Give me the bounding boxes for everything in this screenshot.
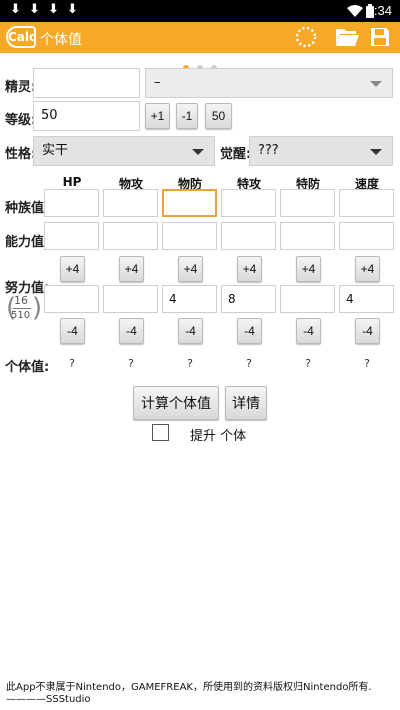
dropdown-arrow-icon — [370, 149, 382, 155]
details-button[interactable]: 详情 — [225, 386, 267, 420]
base-stat-speed-input[interactable] — [339, 189, 394, 217]
boost-iv-label: 提升 个体 — [190, 429, 247, 444]
ev-hp-input[interactable] — [44, 285, 99, 313]
wifi-icon — [347, 5, 363, 17]
base-stat-spatk-input[interactable] — [221, 189, 276, 217]
download-icon: ⬇ — [48, 2, 59, 17]
iv-label: 个体值: — [5, 360, 50, 375]
dropdown-arrow-icon — [192, 149, 204, 155]
stat-spatk-input[interactable] — [221, 222, 276, 250]
level-minus-one-button[interactable]: -1 — [176, 103, 198, 129]
nature-label: 性格: — [5, 147, 37, 162]
ev-spdef-minus-button[interactable]: -4 — [296, 318, 321, 344]
iv-speed-value: ? — [364, 357, 370, 370]
footer-disclaimer: 此App不隶属于Nintendo，GAMEFREAK，所使用到的资料版权归Nin… — [6, 682, 372, 705]
iv-spdef-value: ? — [305, 357, 311, 370]
base-stat-hp-input[interactable] — [44, 189, 99, 217]
column-header-hp: HP — [62, 175, 82, 189]
ev-def-input[interactable]: 4 — [162, 285, 217, 313]
ability-select-value: ??? — [258, 143, 279, 158]
ev-def-plus-button[interactable]: +4 — [178, 256, 203, 282]
ev-hp-minus-button[interactable]: -4 — [60, 318, 85, 344]
base-stats-label: 种族值: — [5, 201, 50, 216]
ev-hp-plus-button[interactable]: +4 — [60, 256, 85, 282]
ev-total-fraction: ( 16 510 ) — [6, 293, 43, 323]
ev-speed-input[interactable]: 4 — [339, 285, 394, 313]
ev-speed-plus-button[interactable]: +4 — [355, 256, 380, 282]
ev-spdef-plus-button[interactable]: +4 — [296, 256, 321, 282]
level-fifty-button[interactable]: 50 — [205, 103, 232, 129]
iv-def-value: ? — [187, 357, 193, 370]
download-icon: ⬇ — [67, 2, 78, 17]
ev-spdef-input[interactable] — [280, 285, 335, 313]
loading-ring-icon[interactable] — [294, 25, 318, 49]
app-logo: Calc — [6, 26, 36, 48]
dropdown-arrow-icon — [370, 81, 382, 87]
stat-values-label: 能力值: — [5, 235, 50, 250]
app-bar: Calc 个体值 — [0, 22, 400, 53]
base-stat-atk-input[interactable] — [103, 189, 158, 217]
pokemon-select[interactable]: – — [145, 68, 393, 98]
ev-def-minus-button[interactable]: -4 — [178, 318, 203, 344]
ev-spatk-plus-button[interactable]: +4 — [237, 256, 262, 282]
stat-hp-input[interactable] — [44, 222, 99, 250]
level-input[interactable]: 50 — [33, 101, 140, 131]
base-stat-spdef-input[interactable] — [280, 189, 335, 217]
ev-spatk-input[interactable]: 8 — [221, 285, 276, 313]
stat-atk-input[interactable] — [103, 222, 158, 250]
page-indicator — [0, 56, 400, 71]
level-label: 等级: — [5, 113, 37, 128]
folder-open-icon[interactable] — [334, 25, 360, 49]
ev-atk-minus-button[interactable]: -4 — [119, 318, 144, 344]
stat-speed-input[interactable] — [339, 222, 394, 250]
pokemon-select-value: – — [154, 75, 161, 90]
download-icon: ⬇ — [10, 2, 21, 17]
ev-used-value: 16 — [14, 294, 28, 307]
base-stat-def-input[interactable] — [162, 189, 217, 217]
ability-label: 觉醒: — [220, 147, 252, 162]
boost-iv-checkbox[interactable] — [152, 424, 169, 441]
stat-def-input[interactable] — [162, 222, 217, 250]
ev-total-value: 510 — [11, 310, 31, 321]
ev-atk-input[interactable] — [103, 285, 158, 313]
ev-atk-plus-button[interactable]: +4 — [119, 256, 144, 282]
ev-speed-minus-button[interactable]: -4 — [355, 318, 380, 344]
ev-spatk-minus-button[interactable]: -4 — [237, 318, 262, 344]
clock: 9:34 — [366, 3, 392, 18]
ability-select[interactable]: ??? — [249, 136, 393, 166]
calculate-iv-button[interactable]: 计算个体值 — [133, 386, 219, 420]
iv-spatk-value: ? — [246, 357, 252, 370]
nature-select[interactable]: 实干 — [33, 136, 215, 166]
app-title: 个体值 — [40, 32, 82, 48]
status-bar: ⬇ ⬇ ⬇ ⬇ 9:34 — [0, 0, 400, 22]
iv-hp-value: ? — [69, 357, 75, 370]
level-plus-one-button[interactable]: +1 — [145, 103, 170, 129]
save-disk-icon[interactable] — [368, 25, 392, 49]
pokemon-label: 精灵: — [5, 80, 37, 95]
download-icon: ⬇ — [29, 2, 40, 17]
iv-atk-value: ? — [128, 357, 134, 370]
nature-select-value: 实干 — [42, 143, 69, 158]
pokemon-input[interactable] — [33, 68, 140, 98]
stat-spdef-input[interactable] — [280, 222, 335, 250]
